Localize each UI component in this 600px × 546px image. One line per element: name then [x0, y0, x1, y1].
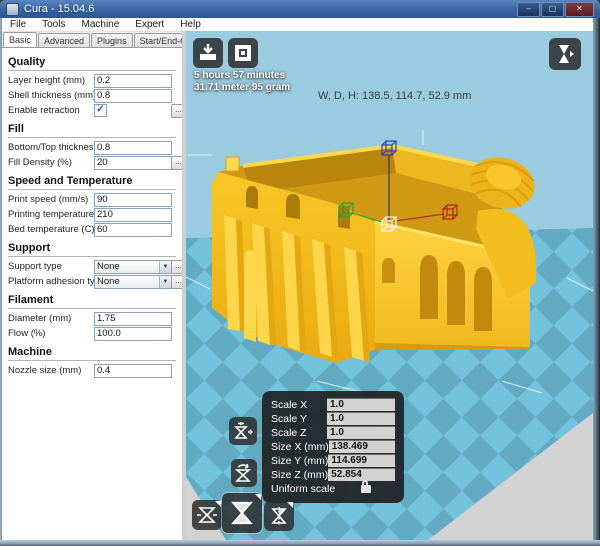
size-x-label: Size X (mm) [271, 441, 329, 453]
scale-z-input[interactable]: 1.0 [327, 426, 395, 439]
save-toolpath-button[interactable] [228, 38, 258, 68]
menu-expert[interactable]: Expert [127, 19, 172, 30]
platform-adhesion-select[interactable]: None ▼ [94, 275, 172, 289]
support-type-label: Support type [8, 261, 94, 272]
printing-temperature-label: Printing temperature (C) [8, 209, 94, 220]
bed-temperature-label: Bed temperature (C) [8, 224, 94, 235]
print-material: 31.71 meter 95 gram [194, 82, 290, 94]
lock-icon[interactable] [361, 485, 371, 493]
menu-help[interactable]: Help [172, 19, 209, 30]
scale-x-label: Scale X [271, 399, 327, 411]
menu-file[interactable]: File [2, 19, 34, 30]
menu-bar: File Tools Machine Expert Help [2, 18, 598, 32]
print-speed-label: Print speed (mm/s) [8, 194, 94, 205]
menu-machine[interactable]: Machine [73, 19, 127, 30]
print-speed-input[interactable]: 90 [94, 193, 172, 207]
app-icon [6, 3, 19, 16]
scale-y-label: Scale Y [271, 413, 327, 425]
rotate-object-button[interactable] [192, 500, 222, 530]
chevron-down-icon: ▼ [159, 261, 171, 273]
view-mode-button[interactable] [549, 38, 581, 70]
shell-thickness-input[interactable]: 0.8 [94, 89, 172, 103]
tab-advanced[interactable]: Advanced [38, 33, 90, 47]
close-button[interactable]: ✕ [565, 2, 594, 17]
layer-height-label: Layer height (mm) [8, 75, 94, 86]
cura-window: Cura - 15.04.6 – ▢ ✕ File Tools Machine … [0, 0, 600, 546]
maximize-button[interactable]: ▢ [541, 2, 564, 17]
minimize-button[interactable]: – [517, 2, 540, 17]
window-border-bottom[interactable] [0, 540, 600, 546]
size-y-input[interactable]: 114.699 [328, 454, 395, 467]
scale-icon [228, 499, 256, 527]
section-quality: Quality [8, 56, 176, 71]
flow-label: Flow (%) [8, 328, 94, 339]
model-castle[interactable] [212, 146, 540, 363]
scale-y-input[interactable]: 1.0 [327, 412, 395, 425]
nozzle-size-label: Nozzle size (mm) [8, 365, 94, 376]
scale-object-button[interactable] [222, 493, 262, 533]
printing-temperature-input[interactable]: 210 [94, 208, 172, 222]
viewport-3d[interactable]: 5 hours 57 minutes 31.71 meter 95 gram W… [186, 31, 593, 540]
layer-height-input[interactable]: 0.2 [94, 74, 172, 88]
bed-temperature-input[interactable]: 60 [94, 223, 172, 237]
nozzle-size-input[interactable]: 0.4 [94, 364, 172, 378]
window-border-left [0, 18, 2, 540]
load-model-icon [197, 42, 219, 64]
fill-density-label: Fill Density (%) [8, 157, 94, 168]
section-filament: Filament [8, 294, 176, 309]
rotate-icon [196, 504, 218, 526]
section-fill: Fill [8, 123, 176, 138]
support-type-select[interactable]: None ▼ [94, 260, 172, 274]
reset-scale-button[interactable] [231, 459, 257, 487]
load-model-button[interactable] [193, 38, 223, 68]
mirror-icon [268, 505, 290, 527]
scale-to-max-icon [233, 421, 253, 441]
window-title: Cura - 15.04.6 [24, 3, 94, 15]
fill-density-input[interactable]: 20 [94, 156, 172, 170]
print-stats: 5 hours 57 minutes 31.71 meter 95 gram [194, 70, 290, 94]
print-time: 5 hours 57 minutes [194, 70, 290, 82]
save-toolpath-icon [232, 42, 254, 64]
uniform-scale-label: Uniform scale [271, 483, 361, 495]
tab-plugins[interactable]: Plugins [91, 33, 133, 47]
reset-scale-icon [234, 463, 254, 483]
section-machine: Machine [8, 346, 176, 361]
tab-basic[interactable]: Basic [3, 32, 37, 47]
shell-thickness-label: Shell thickness (mm) [8, 90, 94, 101]
scale-z-label: Scale Z [271, 427, 327, 439]
size-x-input[interactable]: 138.469 [329, 440, 395, 453]
chevron-down-icon: ▼ [159, 276, 171, 288]
bottom-top-thickness-input[interactable]: 0.8 [94, 141, 172, 155]
diameter-label: Diameter (mm) [8, 313, 94, 324]
bottom-top-thickness-label: Bottom/Top thickness (mm) [8, 142, 94, 153]
size-z-label: Size Z (mm) [271, 469, 328, 481]
section-speed-temperature: Speed and Temperature [8, 175, 176, 190]
scale-x-input[interactable]: 1.0 [327, 398, 395, 411]
size-y-label: Size Y (mm) [271, 455, 328, 467]
scale-tool-panel: Scale X 1.0 Scale Y 1.0 Scale Z 1.0 Size… [262, 391, 404, 503]
model-dimensions-label: W, D, H: 138.5, 114.7, 52.9 mm [318, 90, 471, 102]
size-z-input[interactable]: 52.854 [328, 468, 395, 481]
diameter-input[interactable]: 1.75 [94, 312, 172, 326]
window-border-right[interactable] [593, 18, 600, 540]
enable-retraction-checkbox[interactable]: ✓ [94, 104, 107, 117]
menu-tools[interactable]: Tools [34, 19, 73, 30]
settings-panel: Quality Layer height (mm) 0.2 Shell thic… [2, 47, 182, 540]
platform-adhesion-label: Platform adhesion type [8, 276, 94, 287]
mirror-object-button[interactable] [264, 501, 294, 531]
section-support: Support [8, 242, 176, 257]
scale-to-max-button[interactable] [229, 417, 257, 445]
view-mode-icon [554, 43, 576, 65]
flow-input[interactable]: 100.0 [94, 327, 172, 341]
title-bar[interactable]: Cura - 15.04.6 – ▢ ✕ [0, 0, 600, 18]
enable-retraction-label: Enable retraction [8, 105, 94, 116]
tab-bar: Basic Advanced Plugins Start/End-GCode [2, 32, 186, 47]
